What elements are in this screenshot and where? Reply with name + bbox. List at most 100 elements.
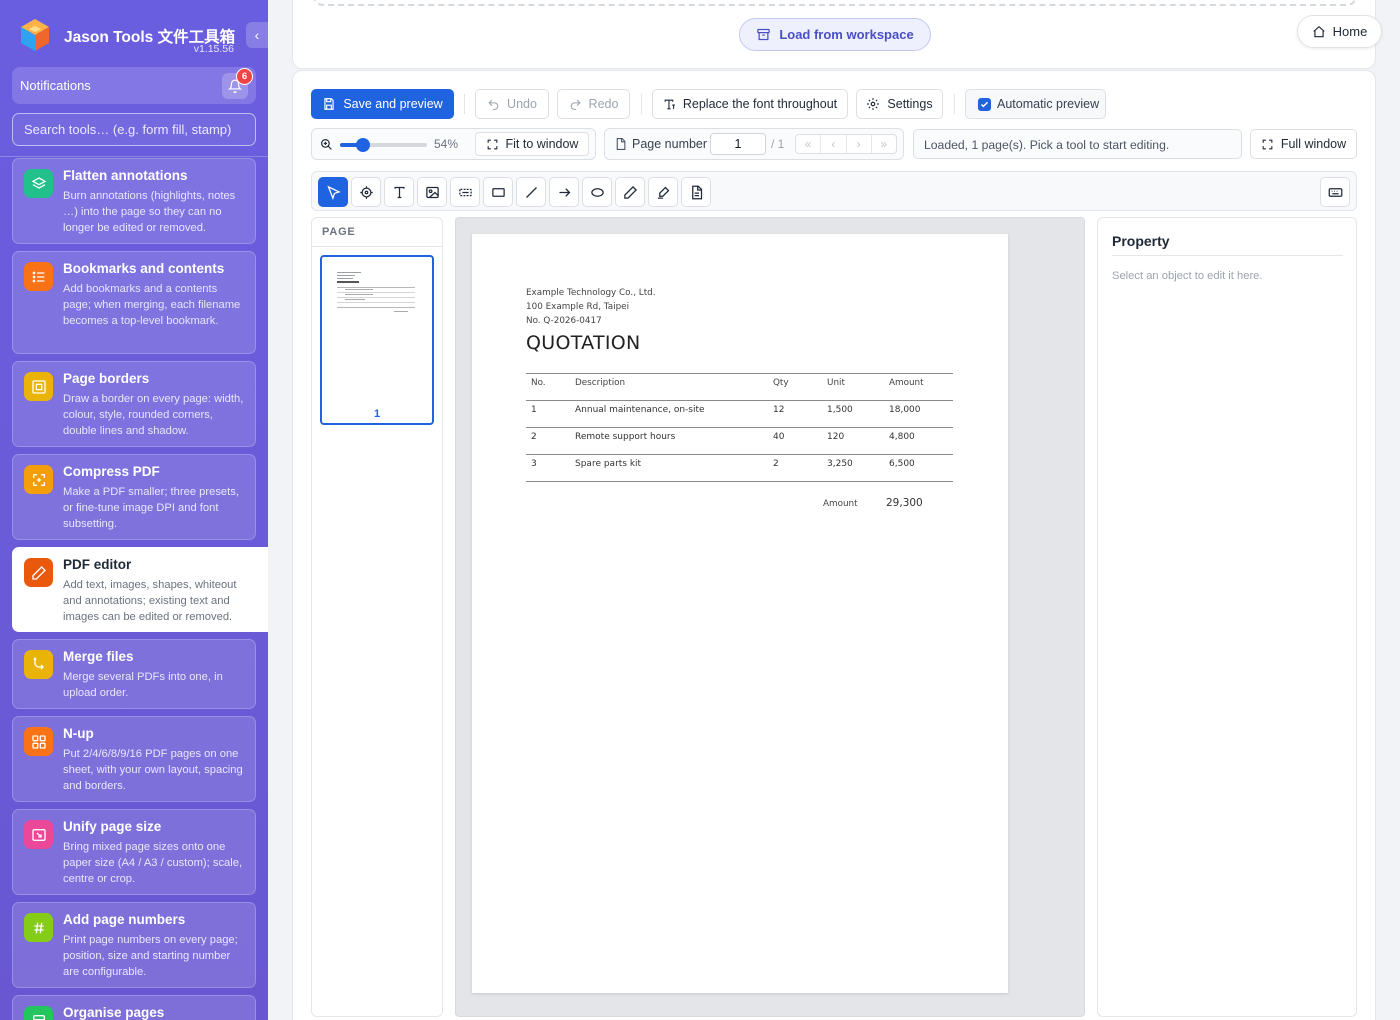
previous-page-button[interactable]: ‹ bbox=[821, 135, 847, 153]
first-page-button[interactable]: « bbox=[796, 135, 822, 153]
zoom-slider[interactable] bbox=[340, 138, 427, 152]
doc-cell[interactable]: 18,000 bbox=[889, 405, 921, 415]
pdf-canvas[interactable]: Example Technology Co., Ltd. 100 Example… bbox=[455, 217, 1085, 1017]
tool-card-page-borders[interactable]: Page borders Draw a border on every page… bbox=[12, 361, 256, 447]
full-window-button[interactable]: Full window bbox=[1250, 129, 1357, 159]
tool-card-organise-pages[interactable]: Organise pages bbox=[12, 995, 256, 1020]
select-tool-button[interactable] bbox=[318, 177, 348, 207]
doc-cell[interactable]: 3,250 bbox=[827, 459, 853, 469]
tool-card-merge-files[interactable]: Merge files Merge several PDFs into one,… bbox=[12, 639, 256, 709]
target-tool-button[interactable] bbox=[351, 177, 381, 207]
home-button[interactable]: Home bbox=[1297, 15, 1382, 48]
doc-cell[interactable]: 4,800 bbox=[889, 432, 915, 442]
ellipse-tool-button[interactable] bbox=[582, 177, 612, 207]
highlighter-icon bbox=[657, 186, 669, 199]
undo-button[interactable]: Undo bbox=[475, 89, 549, 119]
gear-icon bbox=[867, 98, 880, 110]
app-logo-icon bbox=[21, 19, 49, 51]
doc-table-rule bbox=[526, 454, 953, 455]
doc-total-label[interactable]: Amount bbox=[823, 499, 858, 509]
check-icon bbox=[980, 101, 989, 107]
doc-cell[interactable]: 12 bbox=[773, 405, 784, 415]
next-page-button[interactable]: › bbox=[847, 135, 872, 153]
line-tool-button[interactable] bbox=[516, 177, 546, 207]
tool-search-input[interactable] bbox=[12, 113, 256, 146]
load-from-workspace-button[interactable]: Load from workspace bbox=[739, 18, 931, 51]
tool-card-flatten-annotations[interactable]: Flatten annotations Burn annotations (hi… bbox=[12, 158, 256, 244]
text-tool-button[interactable] bbox=[384, 177, 414, 207]
doc-header-amount[interactable]: Amount bbox=[889, 378, 924, 388]
fit-icon bbox=[487, 139, 497, 149]
doc-cell[interactable]: 6,500 bbox=[889, 459, 915, 469]
keyboard-icon bbox=[1328, 187, 1342, 197]
notification-count-badge: 6 bbox=[236, 68, 253, 85]
arrow-tool-button[interactable] bbox=[549, 177, 579, 207]
fit-to-window-button[interactable]: Fit to window bbox=[475, 132, 589, 156]
doc-cell[interactable]: 2 bbox=[773, 459, 779, 469]
doc-cell[interactable]: 1,500 bbox=[827, 405, 853, 415]
doc-cell[interactable]: 120 bbox=[827, 432, 844, 442]
automatic-preview-checkbox[interactable] bbox=[978, 97, 991, 111]
tool-description: Add text, images, shapes, whiteout and a… bbox=[63, 579, 237, 624]
doc-header-description[interactable]: Description bbox=[575, 378, 625, 388]
frame-icon bbox=[24, 372, 53, 401]
doc-table-rule bbox=[526, 373, 953, 374]
page-thumbnail-number: 1 bbox=[373, 408, 381, 420]
keyboard-shortcuts-button[interactable] bbox=[1320, 177, 1350, 207]
pdf-page[interactable]: Example Technology Co., Ltd. 100 Example… bbox=[472, 234, 1008, 993]
doc-company[interactable]: Example Technology Co., Ltd. bbox=[526, 288, 656, 298]
redo-button[interactable]: Redo bbox=[557, 89, 630, 119]
tool-card-n-up[interactable]: N-up Put 2/4/6/8/9/16 PDF pages on one s… bbox=[12, 716, 256, 802]
resize-icon bbox=[24, 820, 53, 849]
tool-title: Page borders bbox=[63, 371, 150, 386]
tool-card-add-page-numbers[interactable]: Add page numbers Print page numbers on e… bbox=[12, 902, 256, 988]
last-page-button[interactable]: » bbox=[872, 135, 896, 153]
doc-total-value[interactable]: 29,300 bbox=[886, 497, 923, 509]
collapse-sidebar-button[interactable]: ‹ bbox=[246, 22, 268, 48]
doc-cell[interactable]: Remote support hours bbox=[575, 432, 675, 442]
fit-to-window-label: Fit to window bbox=[505, 137, 579, 151]
highlighter-tool-button[interactable] bbox=[648, 177, 678, 207]
page-navigation: Page number / 1 « ‹ › » bbox=[604, 128, 904, 160]
settings-button[interactable]: Settings bbox=[856, 89, 943, 119]
toolbar-separator bbox=[954, 94, 955, 114]
doc-title[interactable]: QUOTATION bbox=[526, 332, 641, 354]
hash-icon bbox=[24, 913, 53, 942]
page-thumbnail[interactable]: 1 bbox=[320, 255, 434, 425]
tool-description: Bring mixed page sizes onto one paper si… bbox=[63, 841, 243, 886]
file-drop-zone[interactable] bbox=[313, 0, 1357, 6]
note-icon bbox=[691, 185, 702, 199]
tool-card-compress-pdf[interactable]: Compress PDF Make a PDF smaller; three p… bbox=[12, 454, 256, 540]
tool-card-bookmarks-and-contents[interactable]: Bookmarks and contents Add bookmarks and… bbox=[12, 251, 256, 354]
replace-font-button[interactable]: Replace the font throughout bbox=[652, 89, 848, 119]
image-tool-button[interactable] bbox=[417, 177, 447, 207]
zoom-slider-thumb[interactable] bbox=[356, 138, 371, 152]
page-number-label: Page number bbox=[632, 137, 708, 151]
doc-cell[interactable]: Annual maintenance, on-site bbox=[575, 405, 705, 415]
doc-header-no[interactable]: No. bbox=[531, 378, 546, 388]
doc-address[interactable]: 100 Example Rd, Taipei bbox=[526, 302, 629, 312]
doc-cell[interactable]: 2 bbox=[531, 432, 537, 442]
doc-header-qty[interactable]: Qty bbox=[773, 378, 789, 388]
rectangle-tool-button[interactable] bbox=[483, 177, 513, 207]
whiteout-tool-button[interactable] bbox=[450, 177, 480, 207]
doc-number[interactable]: No. Q-2026-0417 bbox=[526, 316, 602, 326]
doc-cell[interactable]: 40 bbox=[773, 432, 784, 442]
tool-title: PDF editor bbox=[63, 557, 132, 572]
notifications-button[interactable]: Notifications 6 bbox=[12, 67, 256, 104]
whiteout-icon bbox=[458, 188, 472, 196]
tool-description: Make a PDF smaller; three presets, or fi… bbox=[63, 486, 239, 531]
doc-cell[interactable]: Spare parts kit bbox=[575, 459, 641, 469]
tool-card-pdf-editor[interactable]: PDF editor Add text, images, shapes, whi… bbox=[12, 547, 268, 632]
tool-card-unify-page-size[interactable]: Unify page size Bring mixed page sizes o… bbox=[12, 809, 256, 895]
pen-tool-button[interactable] bbox=[615, 177, 645, 207]
page-number-input[interactable] bbox=[710, 133, 766, 155]
automatic-preview-toggle[interactable]: Automatic preview bbox=[965, 89, 1106, 119]
doc-cell[interactable]: 3 bbox=[531, 459, 537, 469]
save-and-preview-button[interactable]: Save and preview bbox=[311, 89, 454, 119]
doc-cell[interactable]: 1 bbox=[531, 405, 537, 415]
doc-table-rule bbox=[526, 481, 953, 482]
load-from-workspace-label: Load from workspace bbox=[779, 27, 914, 42]
note-tool-button[interactable] bbox=[681, 177, 711, 207]
doc-header-unit[interactable]: Unit bbox=[827, 378, 845, 388]
